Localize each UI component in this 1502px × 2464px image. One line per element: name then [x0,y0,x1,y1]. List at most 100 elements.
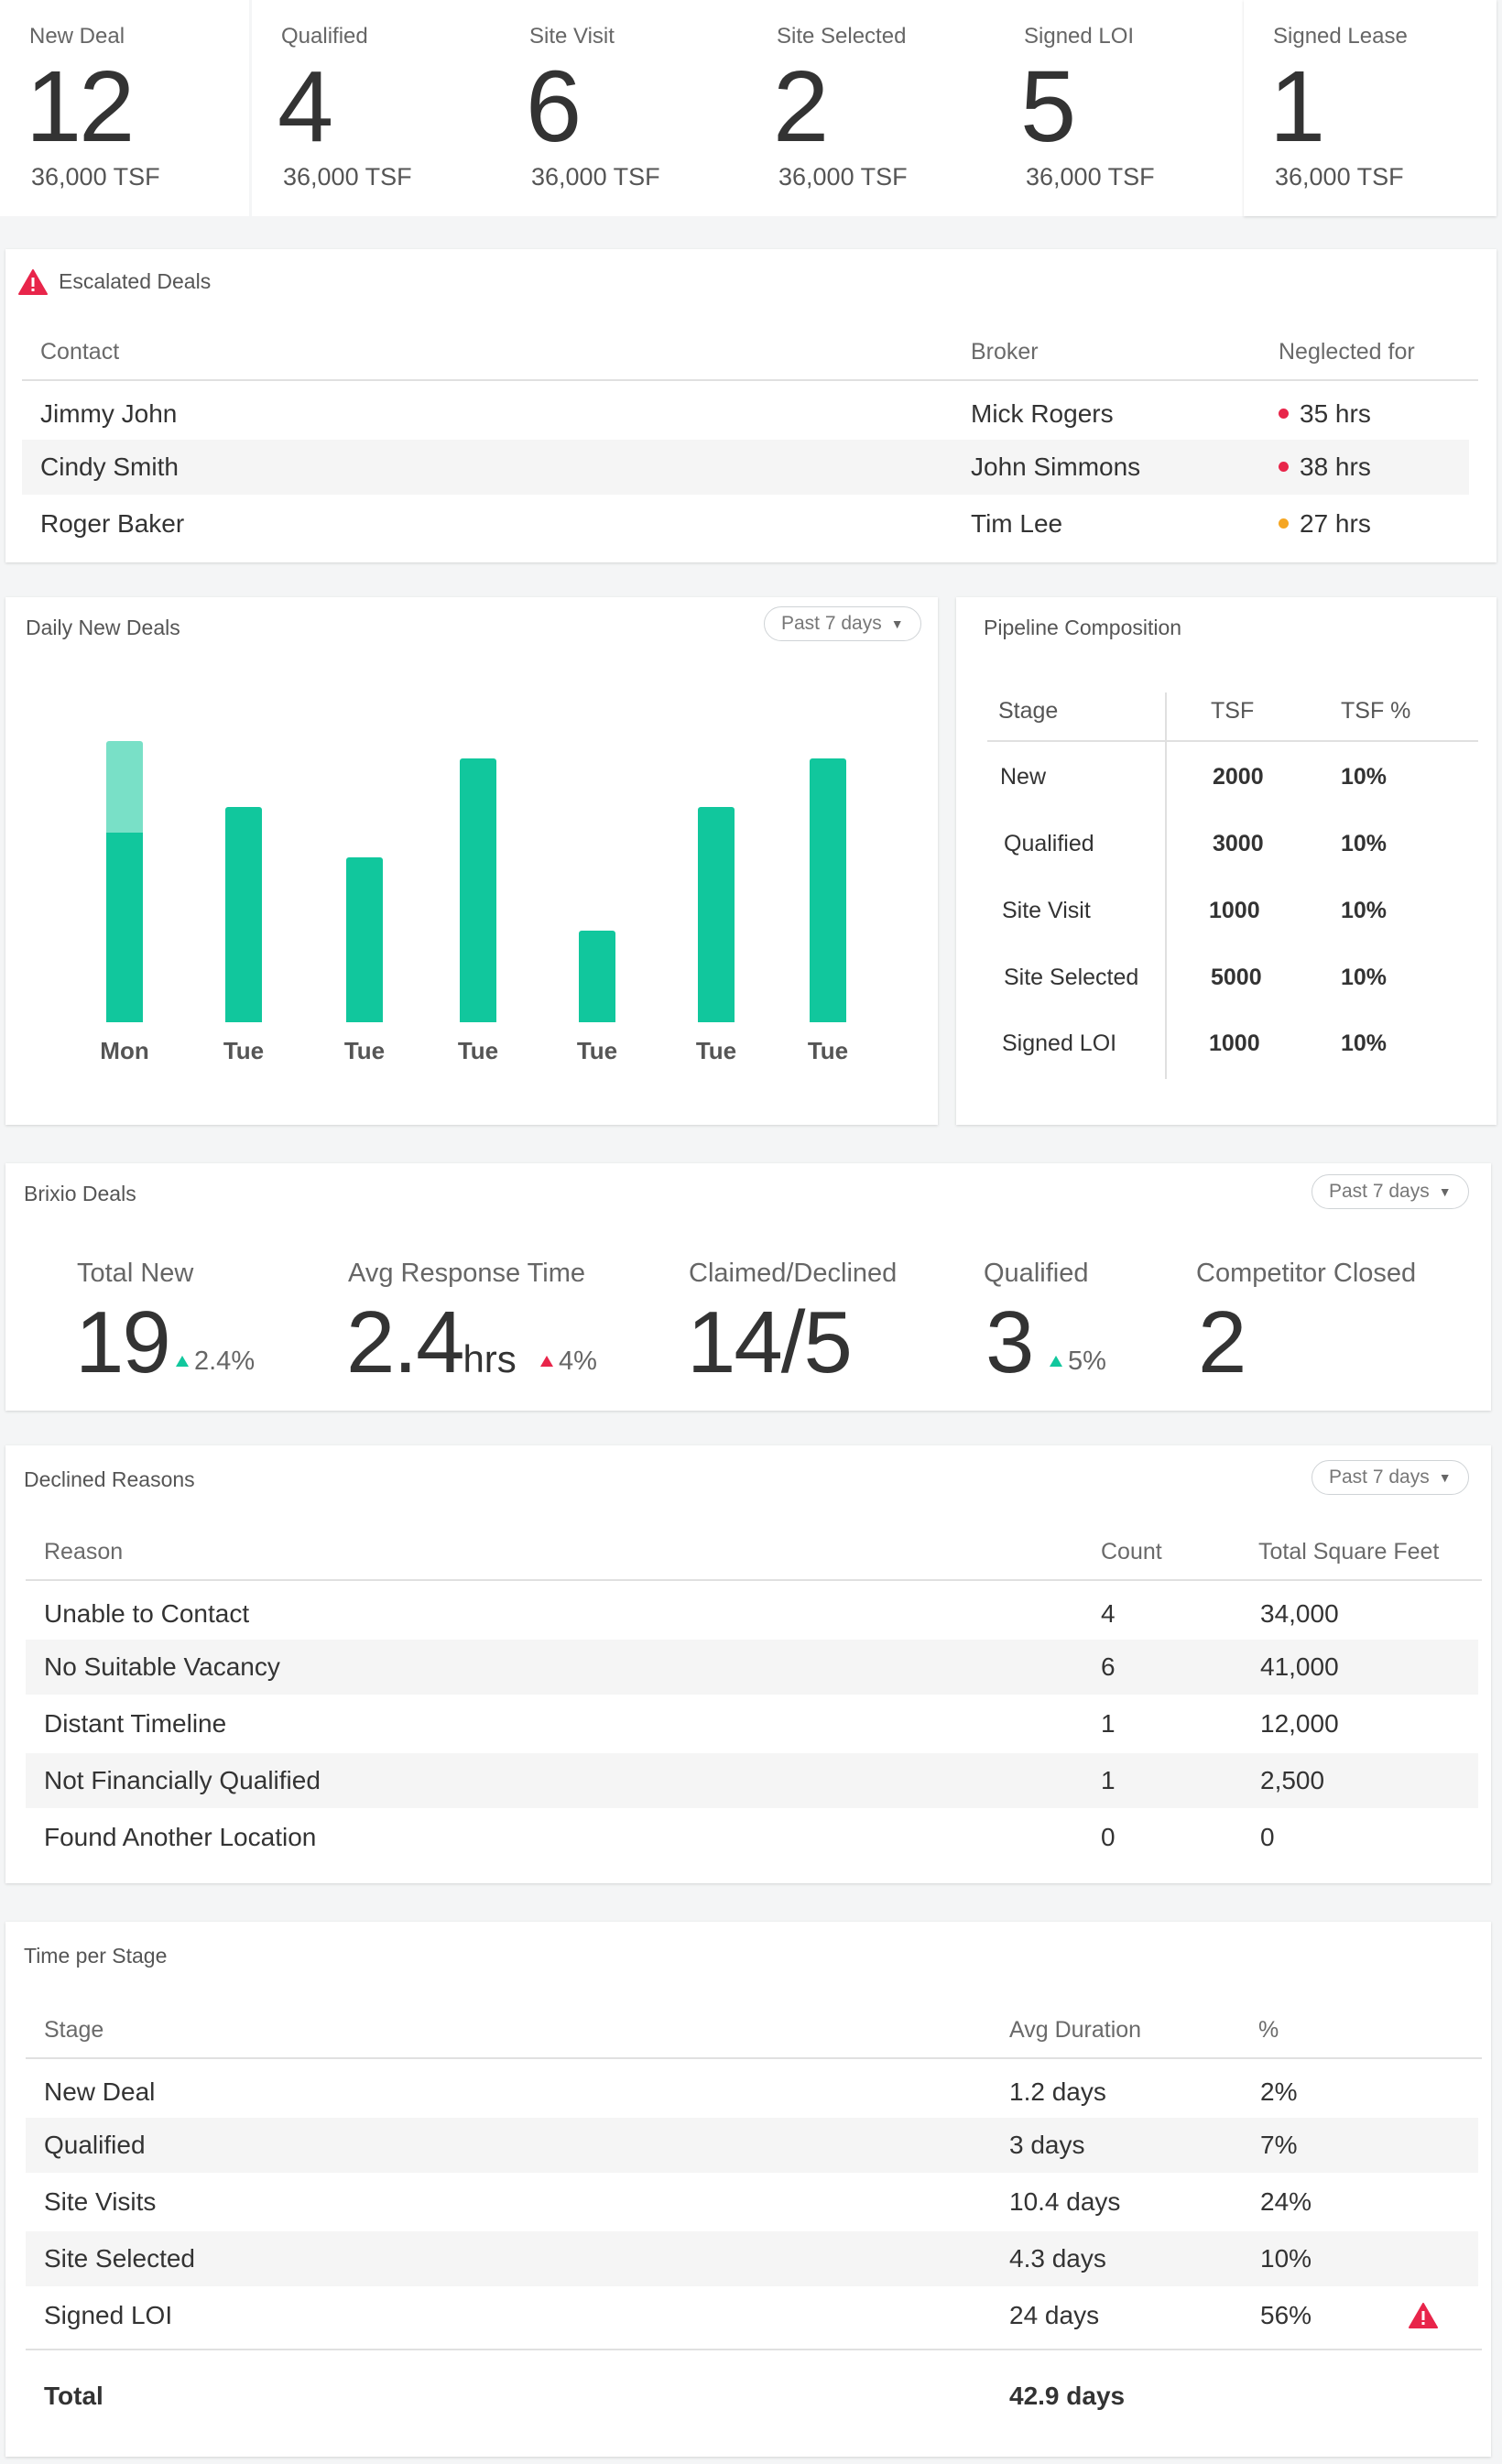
warning-icon [1409,2303,1438,2328]
pct-cell: 7% [1260,2131,1298,2159]
total-row: Total 42.9 days [26,2369,1478,2424]
neglected-value: 27 hrs [1300,509,1371,538]
table-row[interactable]: New Deal 1.2 days 2% [26,2065,1478,2120]
brixio-deals-card: Brixio Deals Past 7 days ▼ Total New 19 … [5,1163,1491,1411]
kpi-value: 2 [1198,1293,1246,1391]
bar[interactable] [225,807,262,1022]
reason-cell: Distant Timeline [44,1709,227,1738]
tsf-cell: 34,000 [1260,1599,1339,1628]
bar[interactable] [460,758,496,1022]
stat-signed-loi[interactable]: Signed LOI 5 36,000 TSF [995,0,1244,216]
stat-value: 5 [1020,50,1076,163]
kpi-delta: 2.4% [176,1346,255,1377]
tsf-cell: 0 [1260,1823,1275,1851]
table-row[interactable]: Not Financially Qualified 1 2,500 [26,1753,1478,1808]
triangle-up-icon [1050,1356,1062,1367]
neglected-value: 38 hrs [1300,452,1371,481]
kpi-delta-value: 4% [559,1346,597,1376]
kpi-value: 3 [985,1293,1034,1391]
date-range-dropdown[interactable]: Past 7 days ▼ [1312,1460,1469,1495]
table-row[interactable]: Roger Baker Tim Lee 27 hrs [22,496,1469,551]
kpi-value-number: 2.4 [346,1293,464,1391]
kpi-unit: hrs [463,1337,517,1380]
bar[interactable] [579,931,615,1022]
col-header-tsf-pct: TSF % [1341,698,1411,724]
table-row[interactable]: Found Another Location 0 0 [26,1810,1478,1865]
col-header-reason: Reason [44,1539,124,1565]
tsf-cell: 12,000 [1260,1709,1339,1738]
contact-cell: Cindy Smith [40,452,179,481]
stat-qualified[interactable]: Qualified 4 36,000 TSF [252,0,501,216]
stat-sub: 36,000 TSF [531,163,660,191]
neglected-cell: 27 hrs [1279,509,1371,539]
tsf-cell: 5000 [1211,965,1262,990]
bar[interactable] [810,758,846,1022]
stage-cell: Signed LOI [1002,1030,1117,1056]
pct-cell: 10% [1260,2244,1312,2273]
tsf-cell: 1000 [1209,1030,1260,1056]
pipeline-composition-card: Pipeline Composition Stage TSF TSF % New… [956,597,1497,1125]
date-range-dropdown[interactable]: Past 7 days ▼ [1312,1174,1469,1209]
table-row[interactable]: Signed LOI 24 days 56% [26,2288,1478,2343]
table-row[interactable]: Site Selected 4.3 days 10% [26,2231,1478,2286]
bar[interactable] [698,807,735,1022]
stat-value: 12 [26,50,135,163]
table-row[interactable]: Site Visits 10.4 days 24% [26,2175,1478,2230]
col-header-duration: Avg Duration [1009,2017,1142,2043]
duration-cell: 4.3 days [1009,2244,1106,2273]
stat-site-selected[interactable]: Site Selected 2 36,000 TSF [747,0,996,216]
header-divider [26,1579,1482,1581]
reason-cell: Found Another Location [44,1823,317,1851]
table-row[interactable]: Cindy Smith John Simmons 38 hrs [22,440,1469,495]
x-tick-label: Tue [807,1037,849,1064]
table-row[interactable]: Qualified 3 days 7% [26,2118,1478,2173]
reason-cell: Unable to Contact [44,1599,250,1628]
col-header-pct: % [1258,2017,1279,2043]
tsf-pct-cell: 10% [1341,831,1388,856]
stat-value: 4 [278,50,333,163]
tsf-cell: 2,500 [1260,1766,1325,1794]
broker-cell: Mick Rogers [971,399,1114,428]
stage-cell: Site Visit [1002,898,1091,923]
table-row[interactable]: Distant Timeline 1 12,000 [26,1696,1478,1751]
declined-reasons-card: Declined Reasons Past 7 days ▼ Reason Co… [5,1445,1491,1883]
col-header-stage: Stage [998,698,1059,724]
stat-label: Qualified [281,24,368,49]
col-header-stage: Stage [44,2017,104,2043]
table-row[interactable]: Jimmy John Mick Rogers 35 hrs [22,387,1469,442]
x-tick-label: Tue [695,1037,737,1064]
tsf-cell: 1000 [1209,898,1260,923]
column-divider [1165,692,1167,1079]
table-row[interactable]: No Suitable Vacancy 6 41,000 [26,1640,1478,1695]
kpi-label: Claimed/Declined [689,1259,898,1288]
stat-label: Signed LOI [1024,24,1135,49]
stats-row: New Deal 12 36,000 TSF Qualified 4 36,00… [0,0,1497,216]
stat-site-visit[interactable]: Site Visit 6 36,000 TSF [500,0,749,216]
dropdown-label: Past 7 days [1329,1466,1430,1488]
stage-cell: Qualified [44,2131,146,2159]
stat-signed-lease[interactable]: Signed Lease 1 36,000 TSF [1244,0,1497,216]
stat-label: New Deal [29,24,125,49]
stat-sub: 36,000 TSF [31,163,160,191]
stage-cell: New Deal [44,2077,156,2106]
bar[interactable] [346,857,383,1022]
stat-value: 6 [526,50,582,163]
bar[interactable] [106,833,143,1022]
duration-cell: 1.2 days [1009,2077,1106,2106]
x-tick-label: Mon [100,1037,149,1064]
neglected-cell: 38 hrs [1279,452,1371,482]
tsf-pct-cell: 10% [1341,1030,1388,1056]
duration-cell: 24 days [1009,2301,1100,2329]
col-header-tsf: TSF [1211,698,1255,724]
stage-cell: Signed LOI [44,2301,173,2329]
neglected-cell: 35 hrs [1279,399,1371,429]
duration-cell: 10.4 days [1009,2187,1121,2216]
tsf-cell: 41,000 [1260,1652,1339,1681]
stat-sub: 36,000 TSF [283,163,412,191]
bar-segment[interactable] [106,741,143,833]
stat-new-deal[interactable]: New Deal 12 36,000 TSF [0,0,249,216]
table-row[interactable]: Unable to Contact 4 34,000 [26,1586,1478,1641]
daily-new-deals-card: Daily New Deals Past 7 days ▼ Mon Tue Tue T… [5,597,938,1125]
contact-cell: Roger Baker [40,509,185,538]
card-title: Pipeline Composition [984,616,1182,639]
